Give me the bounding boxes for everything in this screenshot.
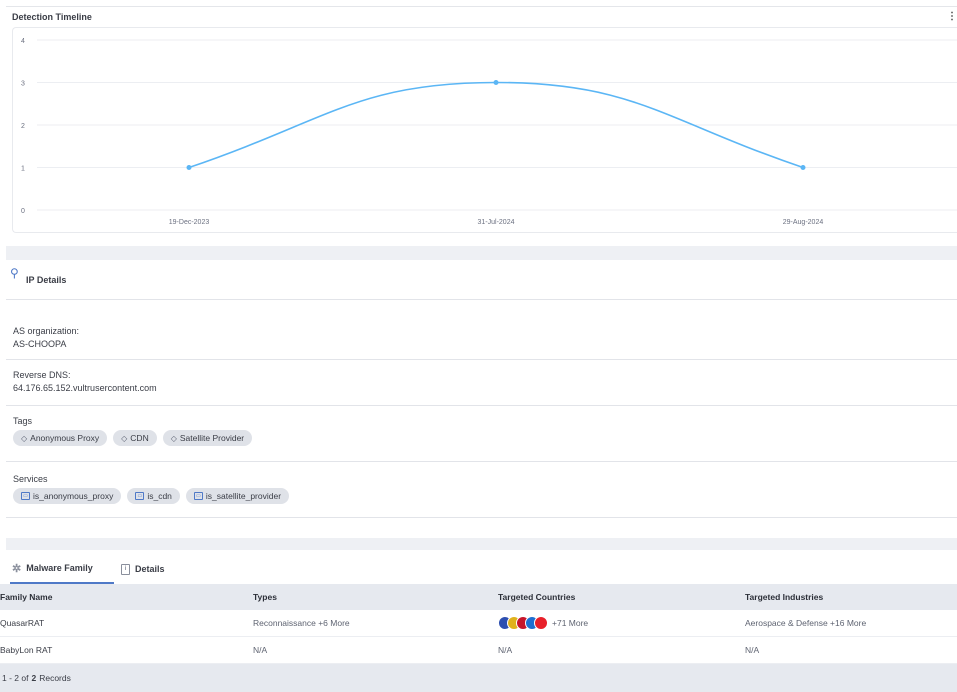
industries-cell: N/A <box>745 645 760 655</box>
industries-cell[interactable]: Aerospace & Defense +16 More <box>745 610 866 636</box>
countries-cell[interactable]: +71 More <box>498 610 588 636</box>
column-header[interactable]: Types <box>253 584 277 610</box>
y-tick-label: 1 <box>21 166 25 173</box>
service-icon: ▭ <box>135 492 145 500</box>
ip-details-header: ⚲ IP Details <box>6 262 957 300</box>
tag-chip[interactable]: ◇ CDN <box>113 430 157 446</box>
y-tick-label: 2 <box>21 123 25 130</box>
y-tick-label: 3 <box>21 81 25 88</box>
service-icon: ▭ <box>21 492 30 500</box>
services-field: Services ▭ is_anonymous_proxy ▭ is_cdn ▭ is… <box>6 462 957 518</box>
tag-icon: ◇ <box>121 433 128 443</box>
ip-details-title: IP Details <box>26 275 67 285</box>
y-tick-label: 0 <box>21 208 25 215</box>
tags-label: Tags <box>13 416 33 426</box>
family-name-cell[interactable]: QuasarRAT <box>0 610 44 636</box>
x-tick-label: 29-Aug-2024 <box>783 219 824 226</box>
reverse-dns-label: Reverse DNS: <box>13 370 71 380</box>
as-organization-value: AS-CHOOPA <box>13 339 67 349</box>
section-divider <box>6 538 957 550</box>
family-name-cell[interactable]: BabyLon RAT <box>0 637 52 663</box>
tabs-bar: ✲ Malware Family i Details <box>6 554 957 584</box>
service-chip[interactable]: ▭ is_anonymous_proxy <box>13 488 122 504</box>
services-list: ▭ is_anonymous_proxy ▭ is_cdn ▭ is_satellit… <box>13 488 290 504</box>
records-total: 2 <box>31 673 37 683</box>
tags-list: ◇ Anonymous Proxy ◇ CDN ◇ Satellite Provide… <box>13 430 253 446</box>
virus-icon: ✲ <box>12 562 22 575</box>
tab-malware-family[interactable]: ✲ Malware Family <box>10 554 114 584</box>
as-organization-label: AS organization: <box>13 326 80 336</box>
location-pin-icon: ⚲ <box>10 266 19 280</box>
tag-icon: ◇ <box>170 433 177 443</box>
data-point <box>800 165 806 170</box>
country-flag-icon <box>534 616 548 630</box>
types-cell: N/A <box>253 645 268 655</box>
tab-details[interactable]: i Details <box>121 554 165 584</box>
service-label: is_cdn <box>147 491 172 501</box>
x-tick-label: 19-Dec-2023 <box>169 219 210 226</box>
countries-cell: N/A <box>498 645 513 655</box>
tag-label: Anonymous Proxy <box>30 433 100 443</box>
table-row[interactable]: BabyLon RAT N/A N/A N/A <box>0 637 957 664</box>
countries-more: +71 More <box>552 618 589 628</box>
section-divider <box>6 246 957 260</box>
timeline-chart-svg: 0 1 2 3 4 19-Dec-2023 31-Jul-2024 29-Aug-2024 <box>21 38 957 226</box>
tab-malware-family-label: Malware Family <box>26 563 93 573</box>
service-label: is_anonymous_proxy <box>33 491 114 501</box>
column-header[interactable]: Targeted Industries <box>745 584 823 610</box>
pagination-footer: 1 - 2 of 2 Records <box>0 664 957 692</box>
tag-chip[interactable]: ◇ Satellite Provider <box>162 430 253 446</box>
x-tick-label: 31-Jul-2024 <box>478 219 515 226</box>
timeline-title: Detection Timeline <box>12 12 92 22</box>
reverse-dns-field: Reverse DNS: 64.176.65.152.vultrusercont… <box>6 360 957 406</box>
column-header[interactable]: Family Name <box>0 584 52 610</box>
types-cell[interactable]: Reconnaissance +6 More <box>253 610 350 636</box>
document-icon: i <box>121 563 130 575</box>
reverse-dns-value: 64.176.65.152.vultrusercontent.com <box>13 383 157 393</box>
more-options-icon[interactable]: ⋮ <box>947 11 957 22</box>
timeline-chart: 0 1 2 3 4 19-Dec-2023 31-Jul-2024 29-Aug-2024 <box>12 27 957 233</box>
tag-label: CDN <box>130 433 149 443</box>
service-label: is_satellite_provider <box>205 491 282 501</box>
service-chip[interactable]: ▭ is_satellite_provider <box>185 488 290 504</box>
tag-chip[interactable]: ◇ Anonymous Proxy <box>13 430 108 446</box>
records-suffix: Records <box>39 673 71 683</box>
table-row[interactable]: QuasarRAT Reconnaissance +6 More +71 Mor… <box>0 610 957 637</box>
as-organization-field: AS organization: AS-CHOOPA <box>6 300 957 360</box>
records-range: 1 - 2 of <box>2 673 29 683</box>
malware-family-table: Family Name Types Targeted Countries Tar… <box>0 584 957 664</box>
services-label: Services <box>13 474 48 484</box>
detection-timeline-card: Detection Timeline ⋮ 0 1 2 3 4 19-Dec-2023 31-… <box>6 6 957 236</box>
tab-details-label: Details <box>135 564 165 574</box>
tag-label: Satellite Provider <box>179 433 245 443</box>
y-tick-label: 4 <box>21 38 25 45</box>
service-icon: ▭ <box>193 492 203 500</box>
tags-field: Tags ◇ Anonymous Proxy ◇ CDN ◇ Satellite Pr… <box>6 406 957 462</box>
data-point <box>186 165 192 170</box>
country-flags <box>498 616 548 630</box>
tag-icon: ◇ <box>21 433 28 443</box>
data-point <box>493 80 499 85</box>
table-header: Family Name Types Targeted Countries Tar… <box>0 584 957 610</box>
service-chip[interactable]: ▭ is_cdn <box>127 488 180 504</box>
column-header[interactable]: Targeted Countries <box>498 584 575 610</box>
